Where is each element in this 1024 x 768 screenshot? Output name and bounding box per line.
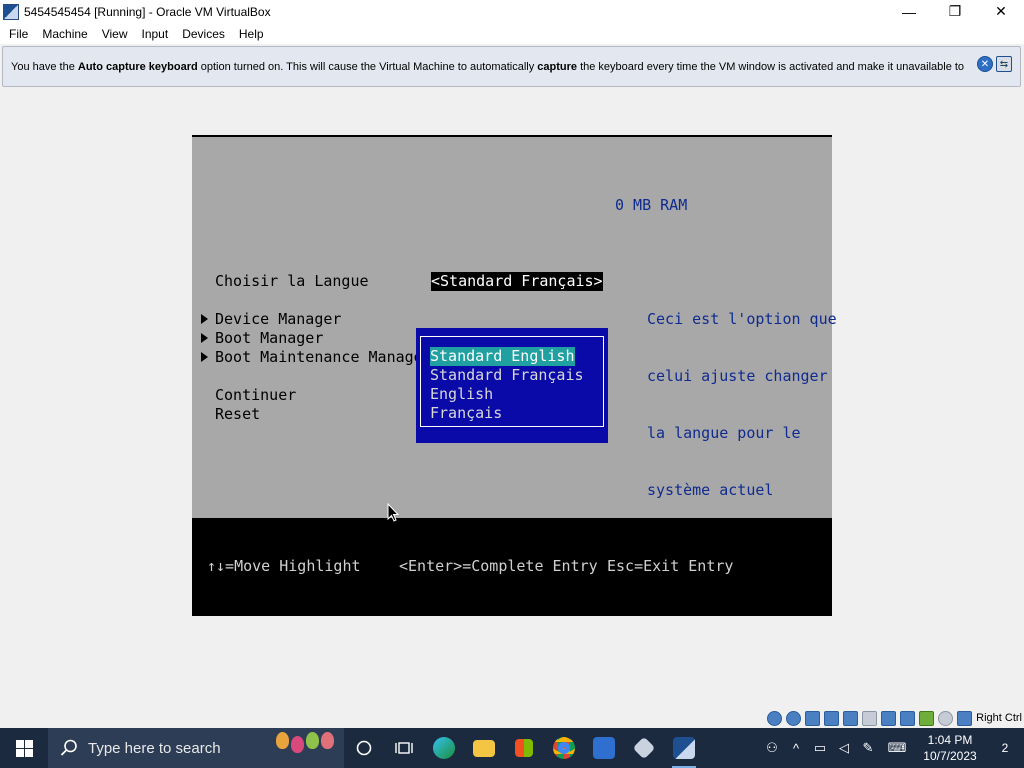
virtualbox-manager-icon[interactable]: [624, 728, 664, 768]
do-not-show-again-icon[interactable]: ⇆: [996, 56, 1012, 72]
system-tray: ⚇ ^ ▭ ◁ ✎ ⌨ 1:04 PM 10/7/2023 2: [760, 728, 1024, 768]
keyboard-capture-notification: You have the Auto capture keyboard optio…: [2, 46, 1021, 87]
edge-browser-icon[interactable]: [424, 728, 464, 768]
option-francais[interactable]: Français: [430, 404, 502, 423]
move-highlight-hint: ↑↓=Move Highlight: [207, 557, 361, 575]
menu-boot-manager[interactable]: Boot Manager: [215, 329, 323, 348]
exit-entry-hint: Esc=Exit Entry: [607, 557, 734, 575]
host-key-icon[interactable]: [957, 710, 973, 726]
notification-count-badge: 2: [1001, 741, 1009, 755]
cortana-icon[interactable]: [344, 728, 384, 768]
option-english[interactable]: English: [430, 385, 493, 404]
virtualbox-icon: [3, 3, 19, 20]
taskbar-search-box[interactable]: Type here to search: [48, 728, 344, 768]
complete-entry-hint: <Enter>=Complete Entry: [399, 557, 598, 575]
ram-info: 0 MB RAM: [615, 196, 688, 214]
notification-text: You have the Auto capture keyboard optio…: [11, 60, 965, 73]
option-standard-francais[interactable]: Standard Français: [430, 366, 584, 385]
search-icon: [60, 739, 77, 756]
maximize-button[interactable]: ❐: [932, 0, 978, 23]
menu-continue[interactable]: Continuer: [215, 386, 296, 405]
chrome-icon[interactable]: [544, 728, 584, 768]
help-line: celui ajuste changer: [647, 367, 828, 385]
clock[interactable]: 1:04 PM 10/7/2023: [914, 732, 986, 764]
menu-file[interactable]: File: [2, 27, 35, 41]
menu-bar: File Machine View Input Devices Help: [0, 23, 1024, 44]
task-view-icon[interactable]: [384, 728, 424, 768]
help-text: Ceci est l'option que celui ajuste chang…: [647, 272, 837, 538]
language-options-popup: Standard English Standard Français Engli…: [416, 328, 608, 443]
display-icon[interactable]: [881, 710, 897, 726]
option-standard-english[interactable]: Standard English: [430, 347, 575, 366]
shared-folders-icon[interactable]: [862, 710, 878, 726]
minimize-button[interactable]: —: [886, 0, 932, 23]
clock-time: 1:04 PM: [927, 733, 973, 747]
language-value-field[interactable]: <Standard Français>: [431, 272, 603, 291]
start-button[interactable]: [0, 728, 48, 768]
submenu-arrow-icon: [201, 333, 208, 343]
mail-app-icon[interactable]: [584, 728, 624, 768]
menu-machine[interactable]: Machine: [35, 27, 94, 41]
title-bar: 5454545454 [Running] - Oracle VM Virtual…: [0, 0, 1024, 23]
virtualbox-vm-taskbar-icon[interactable]: [664, 728, 704, 768]
volume-muted-icon[interactable]: ◁: [832, 728, 856, 768]
windows-logo-icon: [15, 739, 33, 757]
action-center-icon[interactable]: 2: [986, 728, 1024, 768]
cpu-activity-icon[interactable]: [919, 710, 935, 726]
usb-icon[interactable]: [843, 710, 859, 726]
pen-icon[interactable]: ✎: [856, 728, 880, 768]
vm-status-bar: Right Ctrl: [0, 708, 1024, 728]
mouse-pointer-icon: [387, 503, 399, 522]
menu-boot-maintenance-manager[interactable]: Boot Maintenance Manager: [215, 348, 432, 367]
show-hidden-icons-chevron-icon[interactable]: ^: [784, 728, 808, 768]
search-highlight-balloons-icon: [276, 732, 334, 753]
menu-input[interactable]: Input: [135, 27, 176, 41]
help-line: système actuel: [647, 481, 774, 499]
audio-icon[interactable]: [805, 710, 821, 726]
notification-actions: ✕ ⇆: [977, 56, 1012, 72]
window-title: 5454545454 [Running] - Oracle VM Virtual…: [24, 4, 271, 19]
network-icon[interactable]: [824, 710, 840, 726]
host-key-label: Right Ctrl: [976, 712, 1022, 724]
keyboard-icon[interactable]: ⌨: [880, 728, 914, 768]
submenu-arrow-icon: [201, 314, 208, 324]
file-explorer-icon[interactable]: [464, 728, 504, 768]
recording-icon[interactable]: [900, 710, 916, 726]
menu-help[interactable]: Help: [232, 27, 271, 41]
menu-devices[interactable]: Devices: [175, 27, 232, 41]
submenu-arrow-icon: [201, 352, 208, 362]
people-icon[interactable]: ⚇: [760, 728, 784, 768]
window-controls: — ❐ ✕: [886, 0, 1024, 23]
optical-drive-icon[interactable]: [786, 710, 802, 726]
microsoft-store-icon[interactable]: [504, 728, 544, 768]
close-button[interactable]: ✕: [978, 0, 1024, 23]
search-placeholder: Type here to search: [88, 739, 221, 757]
windows-taskbar: Type here to search ⚇ ^ ▭ ◁ ✎ ⌨ 1:04 PM …: [0, 728, 1024, 768]
language-label: Choisir la Langue: [215, 272, 369, 290]
hard-disk-icon[interactable]: [767, 710, 783, 726]
menu-device-manager[interactable]: Device Manager: [215, 310, 341, 329]
mouse-integration-icon[interactable]: [938, 710, 954, 726]
uefi-setup-screen: 0 MB RAM Choisir la Langue <Standard Fra…: [192, 135, 837, 616]
clock-date: 10/7/2023: [923, 749, 977, 763]
help-line: Ceci est l'option que: [647, 310, 837, 328]
menu-view[interactable]: View: [95, 27, 135, 41]
key-help-footer: ↑↓=Move Highlight <Enter>=Complete Entry…: [192, 518, 832, 616]
network-tray-icon[interactable]: ▭: [808, 728, 832, 768]
dismiss-notification-icon[interactable]: ✕: [977, 56, 993, 72]
menu-reset[interactable]: Reset: [215, 405, 260, 424]
help-line: la langue pour le: [647, 424, 801, 442]
